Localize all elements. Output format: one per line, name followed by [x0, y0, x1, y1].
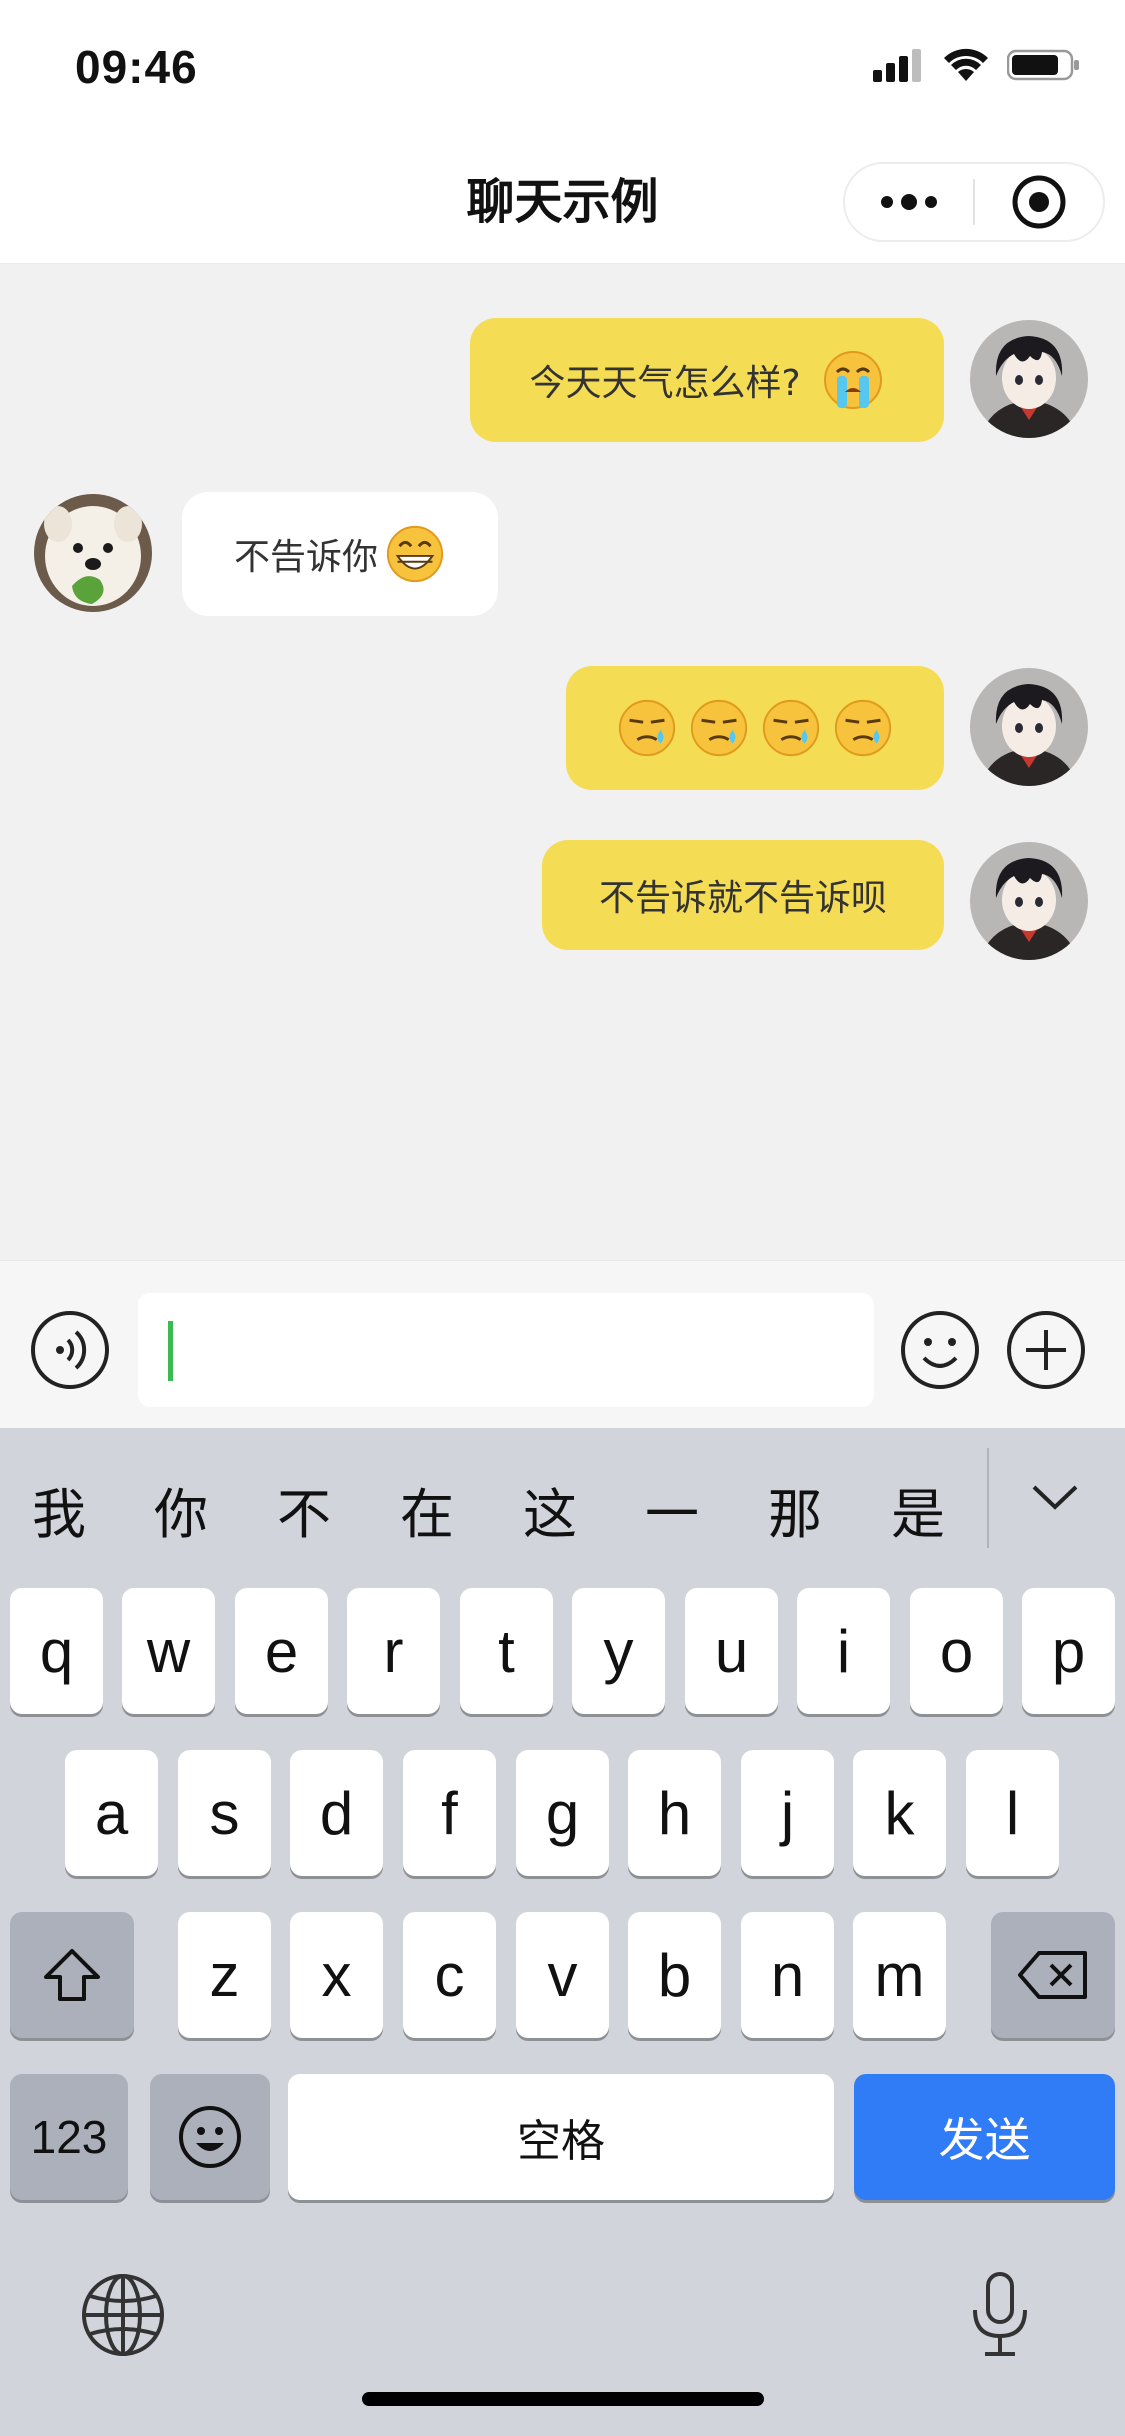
- shift-arrow-icon: [44, 1949, 100, 2001]
- crying-face-emoji-icon: [823, 351, 882, 409]
- candidate-bar: 我 你 不 在 这 一 那 是: [0, 1428, 1125, 1578]
- candidate-word[interactable]: 不: [277, 1470, 331, 1549]
- home-indicator[interactable]: [362, 2392, 764, 2406]
- status-time: 09:46: [75, 41, 198, 93]
- key-s[interactable]: s: [178, 1750, 271, 1876]
- key-c[interactable]: c: [403, 1912, 496, 2038]
- my-emoji-message-bubble[interactable]: [566, 666, 944, 790]
- my-avatar[interactable]: [970, 320, 1088, 438]
- space-key[interactable]: 空格: [288, 2074, 834, 2200]
- friend-avatar[interactable]: [34, 494, 152, 612]
- chevron-down-icon: [1032, 1485, 1078, 1510]
- target-close-icon: [1012, 175, 1066, 229]
- candidate-word[interactable]: 我: [32, 1470, 86, 1549]
- key-t[interactable]: t: [460, 1588, 553, 1714]
- candidate-word[interactable]: 那: [768, 1470, 822, 1549]
- dog-avatar-icon: [34, 494, 152, 612]
- anime-boy-avatar-icon: [970, 842, 1088, 960]
- dictation-button[interactable]: [955, 2270, 1045, 2360]
- smiley-icon: [901, 1311, 979, 1389]
- navigation-bar: 聊天示例: [0, 132, 1125, 264]
- key-z[interactable]: z: [178, 1912, 271, 2038]
- voice-button[interactable]: [30, 1310, 110, 1390]
- key-d[interactable]: d: [290, 1750, 383, 1876]
- backspace-key[interactable]: [991, 1912, 1115, 2038]
- message-input-bar: [0, 1260, 1125, 1428]
- key-e[interactable]: e: [235, 1588, 328, 1714]
- switch-language-button[interactable]: [78, 2270, 168, 2360]
- key-r[interactable]: r: [347, 1588, 440, 1714]
- voice-icon: [31, 1311, 109, 1389]
- key-l[interactable]: l: [966, 1750, 1059, 1876]
- message-text: 不告诉就不告诉呗: [598, 878, 887, 919]
- anime-boy-avatar-icon: [970, 668, 1088, 786]
- close-mini-program-button[interactable]: [975, 164, 1103, 240]
- key-o[interactable]: o: [910, 1588, 1003, 1714]
- smirk-sweat-emoji-icon: [690, 699, 748, 757]
- candidate-word[interactable]: 一: [645, 1470, 699, 1549]
- key-f[interactable]: f: [403, 1750, 496, 1876]
- status-icons: [873, 48, 1081, 82]
- key-a[interactable]: a: [65, 1750, 158, 1876]
- key-k[interactable]: k: [853, 1750, 946, 1876]
- candidate-divider: [987, 1448, 989, 1548]
- emoji-button[interactable]: [900, 1310, 980, 1390]
- my-message-bubble[interactable]: 今天天气怎么样?: [470, 318, 944, 442]
- my-avatar[interactable]: [970, 668, 1088, 786]
- message-input[interactable]: [138, 1293, 874, 1407]
- plus-circle-icon: [1007, 1311, 1085, 1389]
- smirk-sweat-emoji-icon: [834, 699, 892, 757]
- more-dots-icon: [881, 194, 937, 210]
- text-caret: [168, 1321, 173, 1381]
- microphone-icon: [973, 2272, 1027, 2356]
- key-p[interactable]: p: [1022, 1588, 1115, 1714]
- key-j[interactable]: j: [741, 1750, 834, 1876]
- key-u[interactable]: u: [685, 1588, 778, 1714]
- cellular-signal-icon: [873, 49, 921, 82]
- candidate-word[interactable]: 这: [523, 1470, 577, 1549]
- candidate-word[interactable]: 是: [891, 1470, 945, 1549]
- shift-key[interactable]: [10, 1912, 134, 2038]
- status-bar: 09:46: [0, 0, 1125, 132]
- key-i[interactable]: i: [797, 1588, 890, 1714]
- more-options-button[interactable]: [1006, 1310, 1086, 1390]
- key-y[interactable]: y: [572, 1588, 665, 1714]
- my-message-bubble[interactable]: 不告诉就不告诉呗: [542, 840, 944, 950]
- friend-message-bubble[interactable]: 不告诉你: [182, 492, 498, 616]
- chat-area[interactable]: 今天天气怎么样? 不告诉你 不告诉就不告诉呗: [0, 264, 1125, 1260]
- my-avatar[interactable]: [970, 842, 1088, 960]
- grinning-face-emoji-icon: [386, 525, 444, 583]
- message-text: 不告诉你: [233, 537, 378, 578]
- key-g[interactable]: g: [516, 1750, 609, 1876]
- key-q[interactable]: q: [10, 1588, 103, 1714]
- key-h[interactable]: h: [628, 1750, 721, 1876]
- candidate-word[interactable]: 在: [400, 1470, 454, 1549]
- more-button[interactable]: [845, 164, 973, 240]
- smirk-sweat-emoji-icon: [618, 699, 676, 757]
- key-b[interactable]: b: [628, 1912, 721, 2038]
- mini-program-capsule: [843, 162, 1105, 242]
- anime-boy-avatar-icon: [970, 320, 1088, 438]
- candidate-word[interactable]: 你: [154, 1470, 208, 1549]
- key-v[interactable]: v: [516, 1912, 609, 2038]
- backspace-icon: [1018, 1951, 1087, 1999]
- key-m[interactable]: m: [853, 1912, 946, 2038]
- expand-candidates-button[interactable]: [1015, 1458, 1095, 1538]
- battery-icon: [1007, 49, 1079, 81]
- key-n[interactable]: n: [741, 1912, 834, 2038]
- key-w[interactable]: w: [122, 1588, 215, 1714]
- message-text: 今天天气怎么样?: [529, 363, 801, 404]
- wifi-icon: [944, 48, 988, 81]
- send-key[interactable]: 发送: [854, 2074, 1115, 2200]
- emoji-keyboard-key[interactable]: [150, 2074, 270, 2200]
- numbers-key[interactable]: 123: [10, 2074, 128, 2200]
- smiley-icon: [179, 2106, 241, 2168]
- keyboard: 我 你 不 在 这 一 那 是 q w e r t y u i o p a s …: [0, 1428, 1125, 2436]
- globe-icon: [82, 2274, 164, 2356]
- smirk-sweat-emoji-icon: [762, 699, 820, 757]
- key-x[interactable]: x: [290, 1912, 383, 2038]
